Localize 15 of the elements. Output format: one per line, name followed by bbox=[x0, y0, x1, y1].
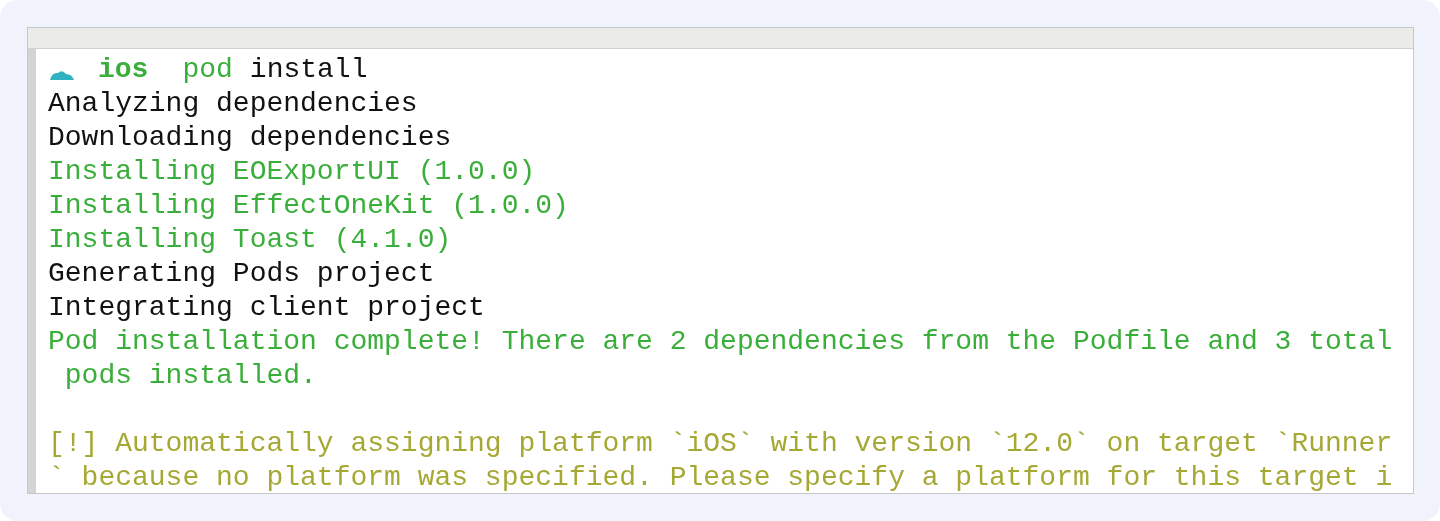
output-line: pods installed. bbox=[63, 359, 317, 393]
output-line: [!] Automatically assigning platform `iOS` with version `12.0` on target `Runner bbox=[48, 427, 1393, 461]
output-line: Downloading dependencies bbox=[48, 121, 452, 155]
output-line: Installing EOExportUI (1.0.0) bbox=[48, 155, 536, 189]
command-args: install bbox=[249, 53, 368, 87]
output-line: Generating Pods project bbox=[48, 257, 435, 291]
output-line: Pod installation complete! There are 2 dependencies from the Podfile and 3 total bbox=[48, 325, 1393, 359]
output-line: ` because no platform was specified. Please specify a platform for this target i bbox=[48, 461, 1393, 495]
directory-name: ios bbox=[98, 53, 149, 87]
output-line: Installing Toast (4.1.0) bbox=[48, 223, 452, 257]
output-line: Integrating client project bbox=[48, 291, 485, 325]
output-line: Installing EffectOneKit (1.0.0) bbox=[48, 189, 569, 223]
command-name: pod bbox=[182, 53, 233, 87]
output-line: Analyzing dependencies bbox=[48, 87, 418, 121]
cloud-icon bbox=[48, 68, 76, 82]
